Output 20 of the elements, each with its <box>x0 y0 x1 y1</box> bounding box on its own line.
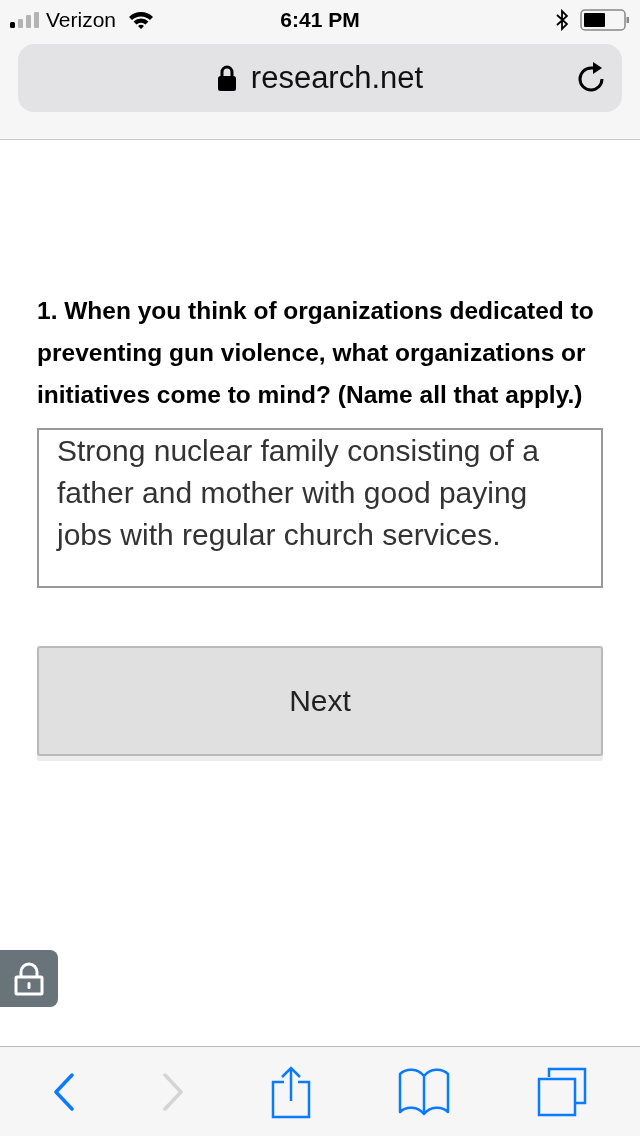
url-text: research.net <box>250 60 424 96</box>
tabs-icon <box>536 1066 587 1117</box>
battery-icon <box>580 9 630 31</box>
clock-time: 6:41 PM <box>280 8 360 31</box>
carrier-name: Verizon <box>46 8 117 32</box>
reload-icon[interactable] <box>576 62 606 94</box>
lock-icon <box>14 961 44 996</box>
book-icon <box>397 1067 450 1116</box>
address-bar[interactable]: research.net <box>18 44 622 112</box>
share-button[interactable] <box>271 1064 311 1119</box>
privacy-lock-button[interactable] <box>0 950 58 1007</box>
question-text: 1. When you think of organizations dedicated to preventing gun violence, what organizations or initiatives come to mind? (Name all that apply.) <box>37 296 595 410</box>
signal-icon <box>10 12 40 28</box>
wifi-icon <box>128 10 155 30</box>
tabs-button[interactable] <box>536 1066 587 1117</box>
answer-box[interactable]: Strong nuclear family consisting of a father and mother with good paying jobs with regular church services. <box>37 428 603 588</box>
bluetooth-icon <box>556 9 568 31</box>
back-button[interactable] <box>53 1072 76 1111</box>
share-icon <box>271 1064 311 1119</box>
bookmarks-button[interactable] <box>397 1067 450 1116</box>
